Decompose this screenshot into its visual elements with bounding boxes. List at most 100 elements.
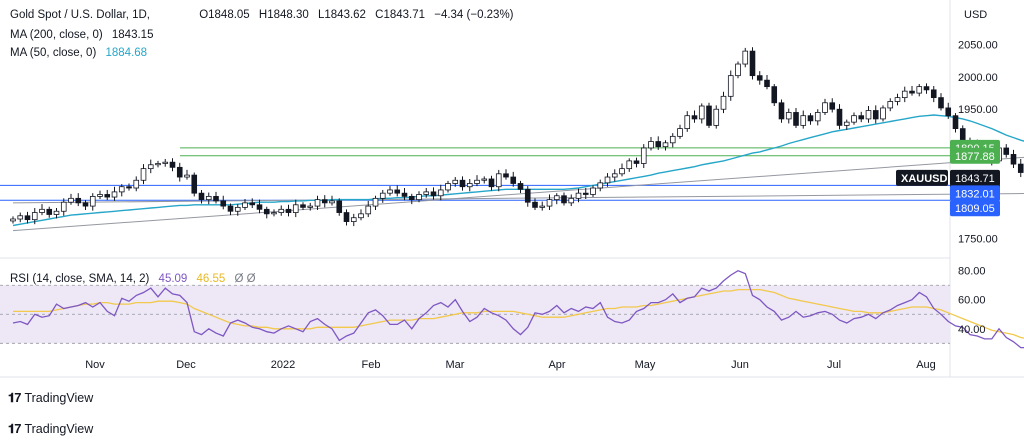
low-value: L1843.62 — [317, 9, 366, 21]
candle-body — [466, 183, 473, 188]
candle-body — [872, 110, 879, 120]
ma200-legend[interactable]: MA (200, close, 0) 1843.15 — [10, 29, 159, 41]
candle-body — [597, 182, 604, 189]
candle-body — [162, 161, 169, 164]
candle-body — [590, 187, 596, 195]
candle-body — [851, 115, 857, 123]
candle-body — [445, 183, 451, 191]
symbol-title[interactable]: Gold Spot / U.S. Dollar, 1D, — [10, 9, 150, 21]
candle-body — [314, 199, 321, 207]
candle-body — [10, 218, 16, 222]
candle-body — [191, 174, 198, 194]
candle-body — [249, 202, 256, 206]
candle-body — [662, 142, 669, 148]
tradingview-logo-text: TradingView — [24, 391, 94, 405]
price-tick-label: 1950.00 — [958, 104, 998, 116]
candle-body — [82, 202, 89, 207]
candle-body — [242, 202, 248, 208]
candle-body — [655, 141, 662, 148]
candle-body — [945, 107, 952, 117]
tradingview-logo-2[interactable]: 𝟏7 TradingView — [8, 421, 93, 437]
trendline-support — [12, 156, 1024, 232]
candle-body — [416, 194, 422, 201]
candle-body — [437, 189, 444, 197]
candle-body — [923, 86, 930, 91]
candle-body — [916, 86, 923, 94]
candle-body — [836, 108, 843, 126]
candle-body — [1017, 163, 1024, 173]
candle-body — [379, 192, 386, 199]
tradingview-logo-icon: 𝟏7 — [8, 390, 22, 405]
time-tick-label: Apr — [548, 359, 565, 371]
candle-body — [1010, 154, 1017, 165]
candle-body — [640, 147, 647, 164]
candle-body — [285, 208, 292, 213]
candle-body — [220, 200, 227, 207]
candle-body — [553, 195, 560, 201]
candle-body — [930, 89, 937, 99]
candle-body — [184, 174, 190, 178]
time-tick-label: May — [635, 359, 656, 371]
candle-body — [706, 105, 712, 126]
candle-body — [698, 105, 705, 120]
candle-body — [778, 102, 785, 120]
candle-body — [749, 50, 756, 77]
candle-body — [843, 121, 850, 126]
candle-body — [205, 196, 212, 201]
candle-body — [155, 163, 161, 166]
candle-body — [865, 110, 872, 120]
candle-body — [329, 200, 335, 204]
tradingview-logo-1[interactable]: 𝟏7 TradingView — [8, 390, 93, 406]
price-tag-label: 1809.05 — [955, 203, 995, 215]
candle-body — [901, 90, 908, 99]
candle-body — [271, 212, 277, 215]
ma50-legend[interactable]: MA (50, close, 0) 1884.68 — [10, 47, 153, 59]
candle-body — [785, 112, 792, 120]
candle-body — [321, 199, 328, 204]
candle-body — [814, 112, 821, 122]
time-tick-label: Feb — [362, 359, 381, 371]
rsi-sma-value: 46.55 — [196, 273, 226, 285]
time-tick-label: 2022 — [271, 359, 295, 371]
candle-body — [517, 183, 524, 190]
candle-body — [524, 188, 531, 203]
time-tick-label: Jun — [731, 359, 749, 371]
candle-body — [459, 179, 466, 188]
candle-body — [503, 173, 509, 178]
price-tag-label: 1877.88 — [955, 151, 995, 163]
time-tick-label: Jul — [827, 359, 841, 371]
candle-body — [452, 179, 459, 184]
candle-body — [408, 196, 415, 201]
candle-body — [104, 194, 111, 198]
chart-canvas: 2050.002000.001950.001750.001890.151877.… — [0, 0, 1024, 378]
candle-body — [546, 199, 553, 207]
price-tag-label: 1832.01 — [955, 188, 995, 200]
candle-body — [481, 178, 488, 181]
candle-body — [176, 166, 183, 178]
candle-body — [343, 212, 350, 222]
candle-body — [887, 101, 894, 109]
candle-body — [959, 128, 966, 142]
candle-body — [822, 102, 828, 113]
candle-body — [169, 161, 176, 168]
candle-body — [358, 213, 364, 219]
candle-body — [568, 197, 575, 204]
candle-body — [684, 115, 691, 130]
time-tick-label: Aug — [916, 359, 936, 371]
rsi-tick-label: 40.00 — [958, 324, 986, 336]
candle-body — [263, 208, 270, 215]
candle-body — [89, 196, 96, 207]
candle-body — [633, 160, 640, 164]
candle-body — [735, 63, 741, 77]
candle-body — [771, 86, 778, 104]
rsi-legend[interactable]: RSI (14, close, SMA, 14, 2) 45.09 46.55 … — [10, 273, 262, 285]
candle-body — [75, 197, 82, 204]
high-value: H1848.30 — [258, 9, 309, 21]
candle-body — [619, 168, 625, 175]
rsi-tick-label: 80.00 — [958, 266, 986, 278]
candle-body — [793, 112, 799, 126]
candle-body — [372, 197, 379, 207]
tradingview-logo-icon: 𝟏7 — [8, 421, 22, 436]
candle-body — [952, 115, 959, 130]
open-value: O1848.05 — [199, 9, 250, 21]
